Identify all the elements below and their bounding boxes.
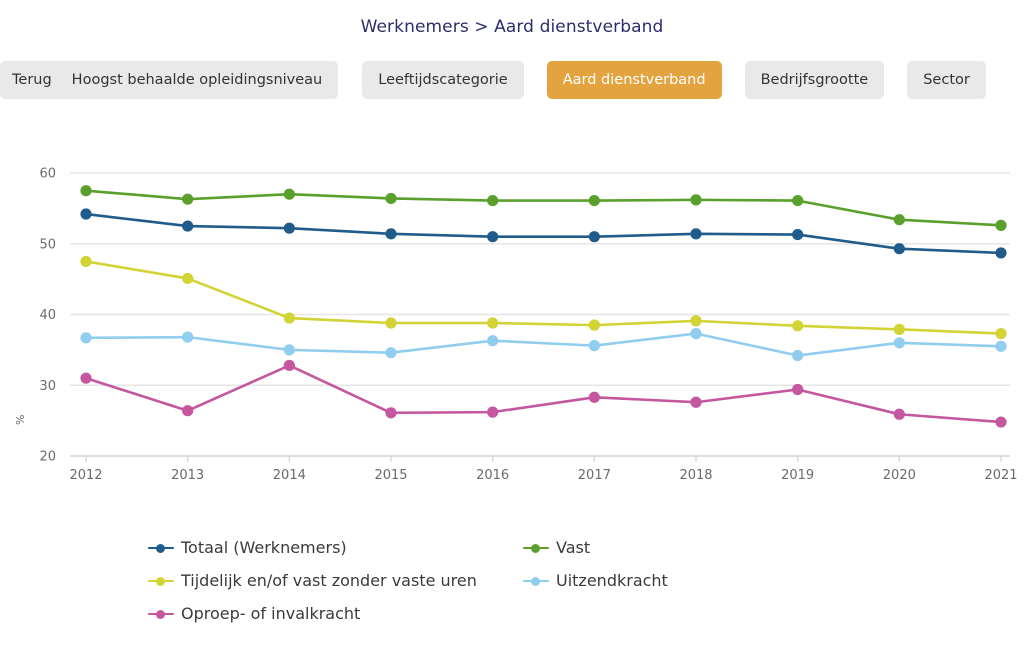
- y-axis-title: %: [14, 414, 27, 425]
- data-point[interactable]: [792, 349, 804, 362]
- x-axis-tick-label: 2019: [781, 468, 814, 483]
- series-line: [84, 332, 1003, 357]
- data-point[interactable]: [893, 323, 905, 335]
- category-button-bar: Terug Hoogst behaalde opleidingsniveau L…: [0, 60, 1024, 100]
- data-point[interactable]: [80, 185, 92, 197]
- x-axis-tick-label: 2012: [69, 468, 102, 483]
- page-title: Werknemers > Aard dienstverband: [360, 17, 664, 37]
- data-point[interactable]: [182, 193, 194, 205]
- data-point[interactable]: [385, 407, 397, 419]
- legend-item-totaal-werknemers[interactable]: Totaal (Werknemers): [148, 538, 523, 557]
- data-point[interactable]: [893, 337, 905, 349]
- series-line: [84, 260, 1003, 335]
- data-point[interactable]: [487, 231, 499, 243]
- x-axis-tick-label: 2020: [883, 468, 916, 483]
- button-leeftijdscategorie[interactable]: Leeftijdscategorie: [362, 61, 524, 99]
- button-sector[interactable]: Sector: [907, 61, 986, 99]
- legend-item-uitzendkracht[interactable]: Uitzendkracht: [523, 571, 668, 590]
- data-point[interactable]: [588, 194, 600, 207]
- x-axis-tick-label: 2013: [171, 468, 204, 483]
- data-point[interactable]: [182, 220, 194, 232]
- data-point[interactable]: [792, 228, 804, 241]
- legend-marker-icon: [523, 541, 549, 555]
- data-point[interactable]: [385, 347, 397, 359]
- data-point[interactable]: [80, 255, 92, 268]
- x-axis-tick-label: 2017: [578, 468, 611, 483]
- data-point[interactable]: [995, 328, 1007, 340]
- data-point[interactable]: [80, 372, 92, 384]
- data-point[interactable]: [283, 312, 295, 324]
- data-point[interactable]: [995, 247, 1007, 259]
- button-aard-dienstverband[interactable]: Aard dienstverband: [546, 61, 722, 99]
- x-axis-tick-label: 2016: [476, 468, 509, 483]
- series-line: [84, 364, 1003, 424]
- legend-item-oproep-of-invalkracht[interactable]: Oproep- of invalkracht: [148, 604, 523, 623]
- legend-marker-icon: [523, 574, 549, 588]
- data-point[interactable]: [893, 214, 905, 226]
- button-bedrijfsgrootte[interactable]: Bedrijfsgrootte: [744, 61, 885, 99]
- data-point[interactable]: [182, 405, 194, 417]
- data-point[interactable]: [487, 406, 499, 418]
- chart-legend: Totaal (Werknemers) Vast Tijdelijk en/of…: [148, 538, 888, 637]
- data-point[interactable]: [487, 335, 499, 347]
- data-point[interactable]: [283, 344, 295, 356]
- data-point[interactable]: [487, 194, 499, 207]
- y-axis-tick-label: 20: [39, 450, 56, 465]
- series-line: [84, 189, 1003, 227]
- legend-label: Uitzendkracht: [556, 571, 668, 590]
- data-point[interactable]: [792, 194, 804, 207]
- data-point[interactable]: [80, 332, 92, 344]
- data-point[interactable]: [283, 188, 295, 200]
- y-axis-tick-label: 30: [39, 379, 56, 394]
- legend-item-vast[interactable]: Vast: [523, 538, 590, 557]
- data-point[interactable]: [283, 359, 295, 372]
- data-point[interactable]: [690, 315, 702, 327]
- data-point[interactable]: [893, 243, 905, 255]
- legend-item-tijdelijk-en-of-vast-zonder-vaste-uren[interactable]: Tijdelijk en/of vast zonder vaste uren: [148, 571, 523, 590]
- data-point[interactable]: [385, 317, 397, 329]
- data-point[interactable]: [588, 319, 600, 331]
- data-point[interactable]: [893, 408, 905, 420]
- x-axis-tick-label: 2021: [984, 468, 1017, 483]
- legend-label: Tijdelijk en/of vast zonder vaste uren: [181, 571, 477, 590]
- chart-canvas: 20 30 40 50 60 2012 2013 2014 2015 2016 2017 2018 20…: [39, 167, 1017, 484]
- back-button[interactable]: Terug: [0, 61, 64, 99]
- legend-marker-icon: [148, 541, 174, 555]
- y-axis-tick-label: 60: [39, 167, 56, 182]
- x-axis-tick-label: 2014: [273, 468, 306, 483]
- data-point[interactable]: [588, 231, 600, 243]
- line-chart: % 20 30 40 50 60 2012 2013 2014 2015 2016 2017 2018…: [0, 120, 1024, 510]
- data-point[interactable]: [995, 219, 1007, 231]
- data-point[interactable]: [182, 272, 194, 285]
- data-point[interactable]: [182, 331, 194, 343]
- data-point[interactable]: [995, 340, 1007, 352]
- y-axis-tick-label: 50: [39, 237, 56, 252]
- legend-marker-icon: [148, 607, 174, 621]
- data-point[interactable]: [690, 194, 702, 206]
- data-point[interactable]: [80, 208, 92, 220]
- data-point[interactable]: [283, 222, 295, 234]
- legend-label: Vast: [556, 538, 591, 557]
- legend-marker-icon: [148, 574, 174, 588]
- x-axis-tick-label: 2018: [679, 468, 712, 483]
- data-point[interactable]: [385, 192, 397, 205]
- data-point[interactable]: [690, 328, 702, 340]
- x-axis-tick-label: 2015: [374, 468, 407, 483]
- data-point[interactable]: [792, 320, 804, 332]
- data-point[interactable]: [690, 228, 702, 240]
- data-point[interactable]: [690, 396, 702, 408]
- data-point[interactable]: [995, 416, 1007, 428]
- y-axis-tick-label: 40: [39, 308, 56, 323]
- data-point[interactable]: [487, 317, 499, 329]
- data-point[interactable]: [385, 228, 397, 240]
- data-point[interactable]: [588, 340, 600, 352]
- legend-label: Oproep- of invalkracht: [181, 604, 361, 623]
- button-hoogst-behaalde-opleidingsniveau[interactable]: Hoogst behaalde opleidingsniveau: [63, 61, 339, 99]
- series-line: [84, 212, 1003, 255]
- data-point[interactable]: [792, 383, 804, 396]
- data-point[interactable]: [588, 391, 600, 403]
- legend-label: Totaal (Werknemers): [181, 538, 347, 557]
